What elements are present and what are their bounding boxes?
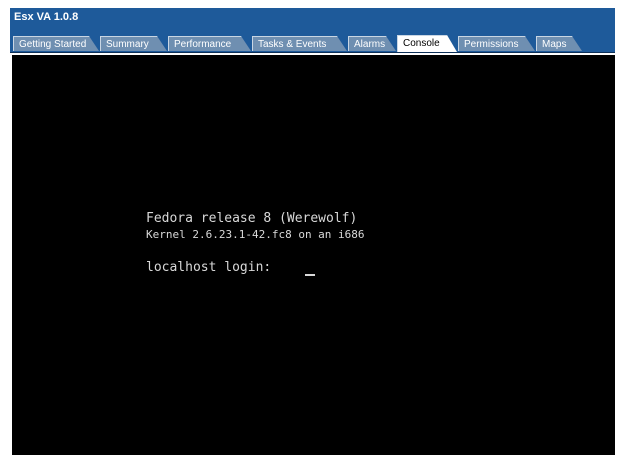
tab-alarms[interactable]: Alarms: [348, 36, 396, 51]
console-screen[interactable]: Fedora release 8 (Werewolf) Kernel 2.6.2…: [12, 55, 615, 455]
kernel-info-text: Kernel 2.6.23.1-42.fc8 on an i686: [146, 228, 365, 241]
tab-console[interactable]: Console: [397, 35, 457, 52]
tab-permissions[interactable]: Permissions: [458, 36, 535, 51]
title-bar: Esx VA 1.0.8: [10, 8, 615, 34]
window-title: Esx VA 1.0.8: [14, 11, 79, 23]
os-release-text: Fedora release 8 (Werewolf): [146, 211, 358, 226]
login-prompt: localhost login:: [146, 260, 272, 275]
tab-bar: Getting Started Summary Performance Task…: [10, 34, 615, 53]
tab-summary[interactable]: Summary: [100, 36, 167, 51]
tab-getting-started[interactable]: Getting Started: [13, 36, 99, 51]
text-cursor: [305, 274, 315, 276]
tab-tasks-events[interactable]: Tasks & Events: [252, 36, 347, 51]
tab-maps[interactable]: Maps: [536, 36, 582, 51]
vm-window: Esx VA 1.0.8 Getting Started Summary Per…: [0, 0, 617, 455]
tab-performance[interactable]: Performance: [168, 36, 251, 51]
